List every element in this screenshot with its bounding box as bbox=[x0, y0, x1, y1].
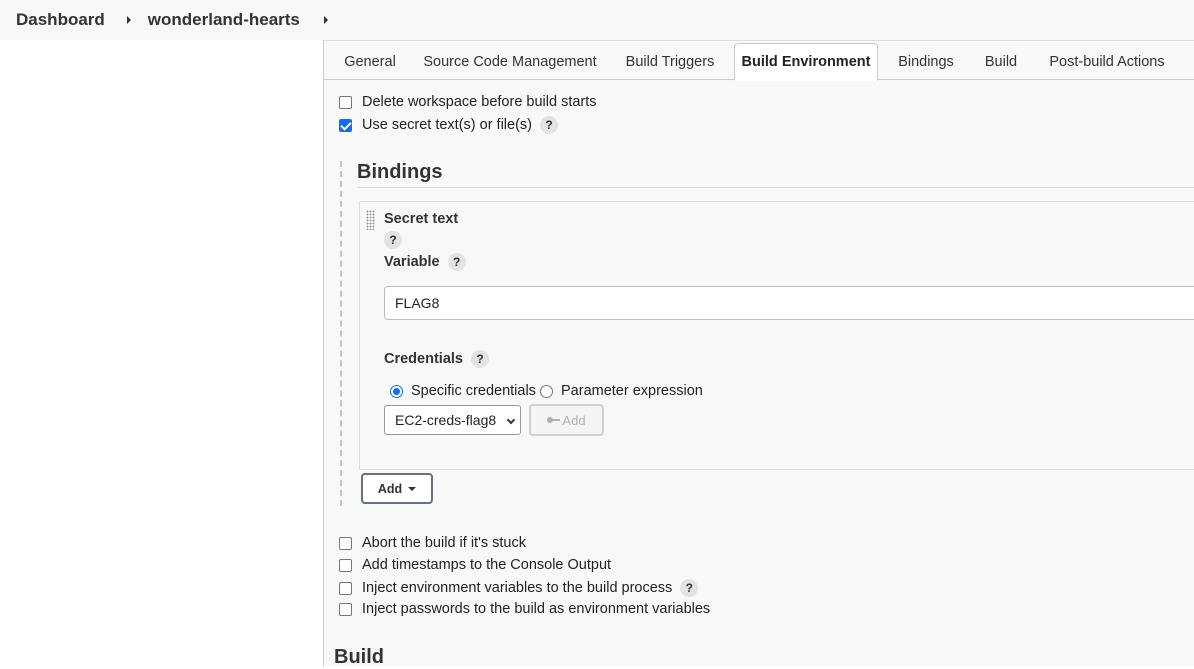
credentials-select-value: EC2-creds-flag8 bbox=[395, 412, 497, 428]
delete-workspace-option[interactable]: Delete workspace before build starts bbox=[339, 94, 597, 110]
inject-passwords-option[interactable]: Inject passwords to the build as environ… bbox=[339, 601, 710, 617]
help-icon[interactable]: ? bbox=[447, 253, 466, 271]
help-icon[interactable]: ? bbox=[470, 350, 489, 368]
parameter-expression-radio[interactable] bbox=[540, 384, 553, 398]
credentials-select[interactable]: EC2-creds-flag8 bbox=[384, 405, 521, 435]
timestamps-label: Add timestamps to the Console Output bbox=[362, 557, 612, 573]
variable-input[interactable]: FLAG8 bbox=[384, 286, 1194, 320]
add-binding-button[interactable]: Add bbox=[361, 473, 433, 504]
use-secret-option[interactable]: Use secret text(s) or file(s) ? bbox=[339, 116, 558, 134]
section-divider bbox=[357, 187, 1194, 188]
tab-post-build-actions[interactable]: Post-build Actions bbox=[1042, 43, 1172, 80]
tab-build-environment[interactable]: Build Environment bbox=[734, 43, 878, 81]
use-secret-label: Use secret text(s) or file(s) bbox=[362, 117, 532, 133]
config-tabs: General Source Code Management Build Tri… bbox=[324, 41, 1194, 81]
specific-credentials-option[interactable]: Specific credentials bbox=[390, 383, 536, 399]
bindings-section-title: Bindings bbox=[357, 161, 443, 183]
inject-passwords-checkbox[interactable] bbox=[339, 602, 352, 616]
add-binding-label: Add bbox=[377, 481, 403, 496]
credentials-label: Credentials ? bbox=[384, 350, 489, 368]
bindings-indent-line bbox=[340, 161, 342, 506]
help-icon[interactable]: ? bbox=[680, 579, 699, 597]
caret-down-icon bbox=[408, 486, 417, 491]
sidebar bbox=[0, 40, 323, 666]
abort-if-stuck-checkbox[interactable] bbox=[339, 536, 352, 550]
config-panel: General Source Code Management Build Tri… bbox=[323, 40, 1194, 668]
breadcrumb-chevron-icon[interactable] bbox=[323, 16, 328, 24]
parameter-expression-label: Parameter expression bbox=[561, 383, 703, 399]
inject-env-vars-checkbox[interactable] bbox=[339, 581, 352, 595]
add-credentials-button[interactable]: Add bbox=[529, 404, 604, 436]
inject-passwords-label: Inject passwords to the build as environ… bbox=[362, 601, 711, 617]
tab-bindings[interactable]: Bindings bbox=[892, 43, 960, 80]
timestamps-checkbox[interactable] bbox=[339, 558, 352, 572]
timestamps-option[interactable]: Add timestamps to the Console Output bbox=[339, 557, 611, 573]
breadcrumb-dashboard-link[interactable]: Dashboard bbox=[16, 10, 105, 30]
tab-build-triggers[interactable]: Build Triggers bbox=[618, 43, 722, 80]
delete-workspace-label: Delete workspace before build starts bbox=[362, 94, 597, 110]
variable-label: Variable ? bbox=[384, 253, 466, 271]
abort-if-stuck-label: Abort the build if it's stuck bbox=[362, 535, 526, 551]
inject-env-vars-label: Inject environment variables to the buil… bbox=[362, 580, 673, 596]
help-icon[interactable]: ? bbox=[540, 116, 558, 134]
inject-env-vars-option[interactable]: Inject environment variables to the buil… bbox=[339, 579, 699, 597]
abort-if-stuck-option[interactable]: Abort the build if it's stuck bbox=[339, 535, 526, 551]
specific-credentials-label: Specific credentials bbox=[411, 383, 536, 399]
secret-text-binding: Secret text ? Variable ? FLAG8 Credentia… bbox=[359, 201, 1194, 470]
parameter-expression-option[interactable]: Parameter expression bbox=[540, 383, 703, 399]
tab-general[interactable]: General bbox=[334, 43, 406, 80]
variable-label-text: Variable bbox=[384, 254, 440, 270]
tab-build[interactable]: Build bbox=[978, 43, 1024, 80]
key-icon bbox=[547, 417, 561, 423]
chevron-down-icon bbox=[506, 415, 516, 425]
breadcrumb-project-link[interactable]: wonderland-hearts bbox=[148, 10, 300, 30]
tab-source-code-management[interactable]: Source Code Management bbox=[420, 43, 600, 80]
delete-workspace-checkbox[interactable] bbox=[339, 95, 352, 109]
help-icon[interactable]: ? bbox=[384, 231, 402, 249]
breadcrumb-chevron-icon[interactable] bbox=[126, 16, 131, 24]
specific-credentials-radio[interactable] bbox=[390, 384, 403, 398]
add-credentials-label: Add bbox=[562, 412, 586, 428]
credentials-label-text: Credentials bbox=[384, 351, 463, 367]
drag-handle-icon[interactable] bbox=[366, 210, 375, 230]
use-secret-checkbox[interactable] bbox=[339, 118, 352, 132]
breadcrumb: Dashboard wonderland-hearts bbox=[0, 0, 1194, 40]
binding-type-label: Secret text bbox=[384, 211, 459, 227]
